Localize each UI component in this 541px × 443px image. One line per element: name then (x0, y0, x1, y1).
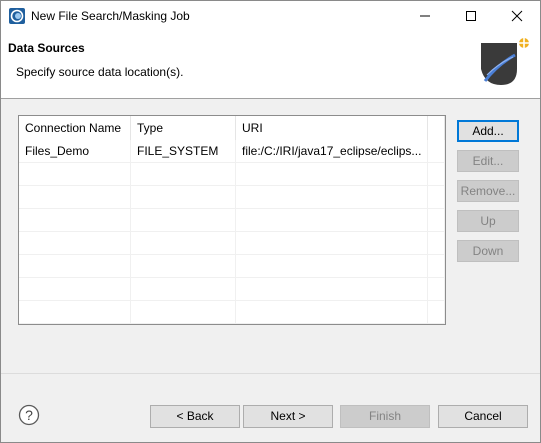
cell-blank (428, 140, 445, 162)
cell-uri: file:/C:/IRI/java17_eclipse/eclips... (236, 140, 428, 162)
down-button[interactable]: Down (457, 240, 519, 262)
remove-button[interactable]: Remove... (457, 180, 519, 202)
table-row-empty (19, 278, 445, 301)
column-header-blank (428, 116, 445, 140)
table-row-empty (19, 255, 445, 278)
table-row-empty (19, 232, 445, 255)
table-row-empty (19, 209, 445, 232)
page-title: Data Sources (8, 41, 85, 55)
table-row-empty (19, 186, 445, 209)
maximize-icon (466, 11, 476, 21)
minimize-icon (420, 15, 430, 17)
cancel-button[interactable]: Cancel (438, 405, 528, 428)
cell-type: FILE_SYSTEM (131, 140, 236, 162)
close-icon (511, 10, 523, 22)
next-button[interactable]: Next > (243, 405, 333, 428)
cell-connection-name: Files_Demo (19, 140, 131, 162)
footer-separator (1, 373, 540, 374)
add-button[interactable]: Add... (457, 120, 519, 142)
column-header-connection-name[interactable]: Connection Name (19, 116, 131, 140)
help-icon[interactable]: ? (18, 404, 40, 426)
column-header-uri[interactable]: URI (236, 116, 428, 140)
table-header: Connection Name Type URI (19, 116, 445, 140)
dialog-window: New File Search/Masking Job Data Sources… (0, 0, 541, 443)
close-button[interactable] (494, 1, 540, 31)
finish-button[interactable]: Finish (340, 405, 430, 428)
table-row-empty (19, 301, 445, 324)
wizard-header: Data Sources Specify source data locatio… (1, 31, 540, 99)
eclipse-app-icon (9, 8, 25, 24)
back-button[interactable]: < Back (150, 405, 240, 428)
column-header-type[interactable]: Type (131, 116, 236, 140)
svg-text:?: ? (25, 407, 33, 423)
minimize-button[interactable] (402, 1, 448, 31)
wizard-banner-icon (477, 35, 535, 93)
maximize-button[interactable] (448, 1, 494, 31)
data-sources-table[interactable]: Connection Name Type URI Files_Demo FILE… (18, 115, 446, 325)
table-row-empty (19, 163, 445, 186)
page-description: Specify source data location(s). (16, 65, 184, 79)
up-button[interactable]: Up (457, 210, 519, 232)
edit-button[interactable]: Edit... (457, 150, 519, 172)
window-title: New File Search/Masking Job (31, 9, 190, 23)
table-row[interactable]: Files_Demo FILE_SYSTEM file:/C:/IRI/java… (19, 140, 445, 163)
title-bar: New File Search/Masking Job (1, 1, 540, 31)
